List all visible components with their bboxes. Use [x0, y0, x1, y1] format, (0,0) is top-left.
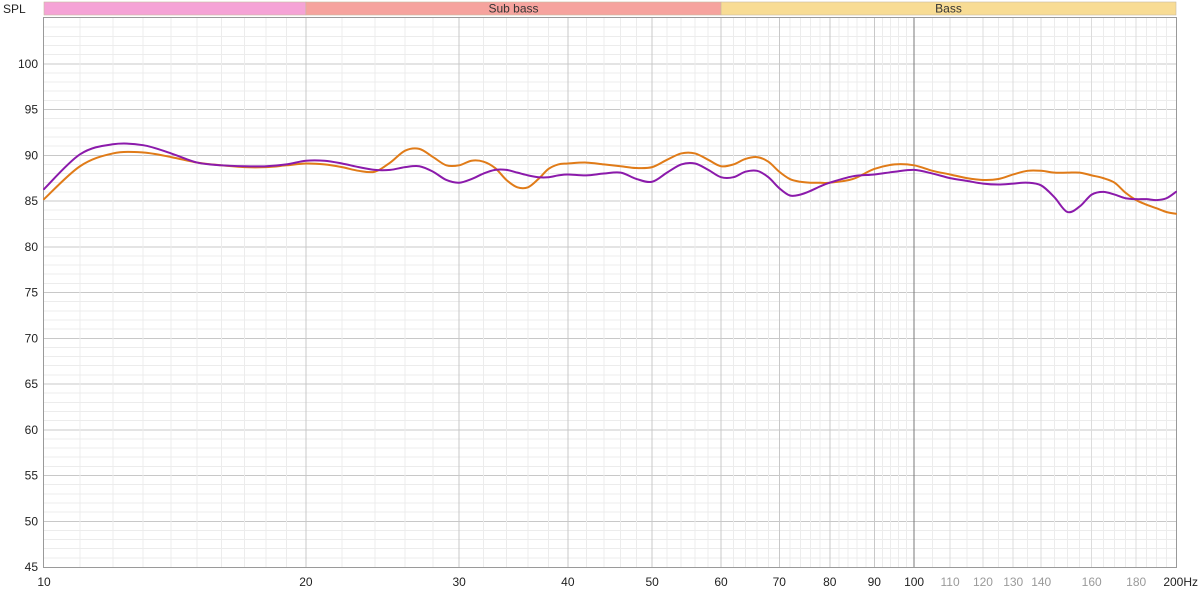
x-tick-label: 10 [37, 575, 51, 589]
x-tick-label: 30 [452, 575, 466, 589]
frequency-response-chart: Sub bass Bass SPL 100 95 90 85 80 75 70 65 60 55 50… [0, 0, 1200, 594]
x-tick-label: 140 [1031, 575, 1051, 589]
x-tick-label: 60 [714, 575, 728, 589]
y-tick-label: 75 [25, 286, 39, 300]
y-tick-label: 100 [18, 57, 38, 71]
x-tick-label: 20 [299, 575, 313, 589]
y-tick-label: 80 [25, 240, 39, 254]
y-tick-label: 60 [25, 423, 39, 437]
y-axis-label: SPL [3, 2, 26, 16]
x-tick-label: 40 [561, 575, 575, 589]
x-tick-label: 80 [823, 575, 837, 589]
x-tick-label: 180 [1126, 575, 1146, 589]
x-tick-label: 160 [1082, 575, 1102, 589]
y-tick-label: 95 [25, 103, 39, 117]
x-tick-label: 90 [868, 575, 882, 589]
y-tick-label: 65 [25, 377, 39, 391]
y-tick-label: 45 [25, 560, 39, 574]
y-tick-label: 70 [25, 331, 39, 345]
x-tick-label: 120 [973, 575, 993, 589]
x-tick-label: 50 [645, 575, 659, 589]
band-label: Bass [935, 2, 962, 16]
band-rect [43, 1, 307, 16]
x-tick-label: 130 [1003, 575, 1023, 589]
y-tick-label: 85 [25, 194, 39, 208]
y-tick-label: 90 [25, 148, 39, 162]
x-tick-label: 70 [773, 575, 787, 589]
frequency-bands: Sub bass Bass [43, 1, 1177, 16]
grid [44, 18, 1176, 567]
band-label: Sub bass [488, 2, 538, 16]
x-tick-label: 100 [904, 575, 924, 589]
y-tick-label: 55 [25, 469, 39, 483]
y-tick-label: 50 [25, 514, 39, 528]
x-tick-label: 200Hz [1163, 575, 1198, 589]
x-tick-label: 110 [941, 575, 960, 589]
